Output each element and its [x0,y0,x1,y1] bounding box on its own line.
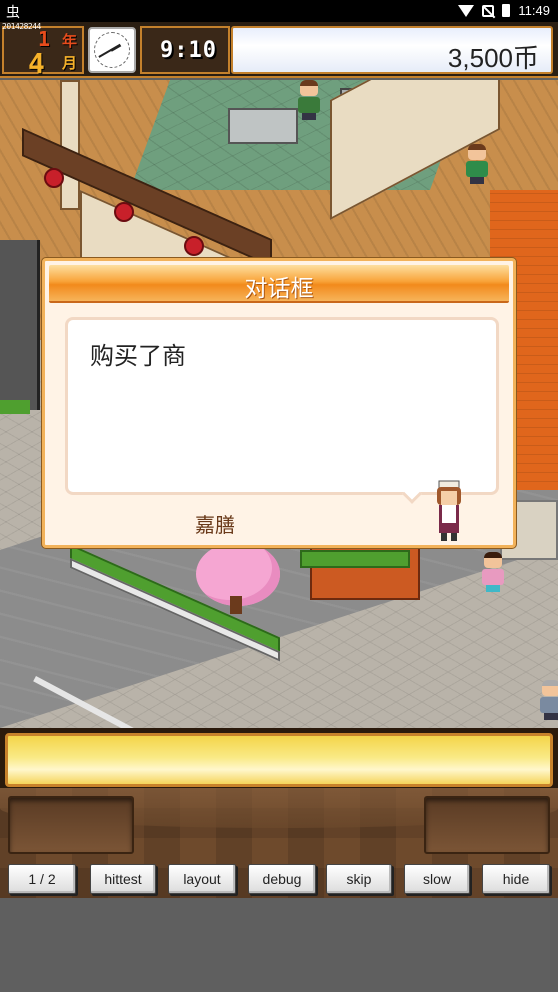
pedestrian-character[interactable] [482,552,504,592]
dialog-message: 购买了商 [90,342,186,370]
hittest-button[interactable]: hittest [90,864,156,894]
pedestrian-character[interactable] [540,680,558,720]
game-hud: 1 年 4 月 201428244 9:10 3,500币 [0,22,558,80]
game-time: 9:10 [160,38,217,63]
money-amount: 3,500币 [447,43,539,73]
shop-front [0,240,40,410]
analog-clock-icon [88,27,136,73]
debug-button[interactable]: debug [248,864,316,894]
speaker-portrait-icon [437,480,461,541]
left-menu-slot[interactable] [8,796,134,854]
battery-icon [502,4,511,17]
customer-character[interactable] [466,144,488,184]
android-status-bar: 虫 11:49 [0,0,558,22]
speaker-name: 嘉膳 [195,513,235,537]
right-menu-slot[interactable] [424,796,550,854]
hide-button[interactable]: hide [482,864,550,894]
time-display: 9:10 [140,26,230,74]
month-number: 4 [28,47,45,80]
year-unit: 年 [62,32,78,50]
dialog-titlebar: 对话框 [49,265,509,303]
status-time: 11:49 [518,3,550,18]
tree-trunk [230,596,242,614]
planter-box [300,550,410,568]
money-display: 3,500币 [231,26,553,74]
dialog-box[interactable]: 对话框 购买了商 嘉膳 [42,258,516,548]
staff-character[interactable] [298,80,320,120]
wall-segment [60,80,80,210]
debug-seed-label: 201428244 [2,22,41,31]
kitchen-sink [228,108,298,144]
slow-button[interactable]: slow [404,864,470,894]
wifi-icon [458,4,475,17]
month-unit: 月 [62,54,78,72]
empty-bottom-area [0,898,558,992]
app-notification-icon: 虫 [6,5,20,21]
dialog-title: 对话框 [244,276,314,302]
stool [44,168,64,188]
skip-button[interactable]: skip [326,864,392,894]
dialog-message-box: 购买了商 [65,317,499,495]
layout-button[interactable]: layout [168,864,236,894]
stool [184,236,204,256]
date-display: 1 年 4 月 [2,26,84,80]
grass-patch [0,400,30,414]
page-indicator-button[interactable]: 1 / 2 [8,864,76,894]
gold-ticker-panel [5,733,553,787]
signal-icon [482,4,495,17]
message-ticker-bar [0,728,558,788]
stool [114,202,134,222]
